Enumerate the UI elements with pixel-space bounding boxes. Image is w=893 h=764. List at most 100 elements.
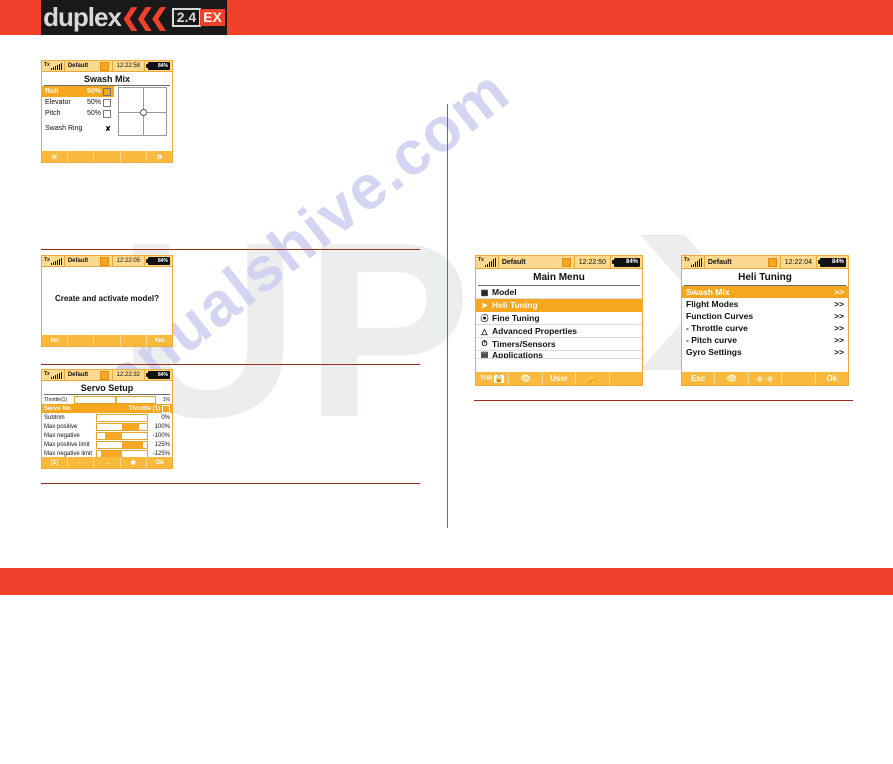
screen-servo-setup[interactable]: Tx Default 12:22:32 84% Servo Setup Thro… — [41, 369, 173, 469]
row-track[interactable] — [96, 440, 148, 449]
menu-item-label: Applications — [492, 351, 544, 359]
stepper-icon[interactable] — [103, 87, 111, 96]
tx-indicator: Tx — [42, 61, 65, 71]
esc-button[interactable]: Esc — [682, 372, 716, 385]
trainer-eye-button[interactable]: 👁 — [715, 372, 749, 385]
row-track[interactable] — [96, 413, 148, 422]
bottom-red-bar — [0, 568, 893, 595]
model-icon: ▦ — [480, 287, 489, 297]
row-label: Swash Ring — [45, 125, 83, 132]
row-label: Pitch — [45, 110, 61, 117]
menu-item-applications[interactable]: ▤ Applications — [476, 351, 642, 359]
tx-indicator: Tx — [682, 256, 705, 268]
clock-label: 12:22:04 — [779, 256, 817, 268]
trim-button[interactable]: ◆↑◆ — [749, 372, 783, 385]
menu-item-label: Timers/Sensors — [492, 339, 556, 349]
battery-indicator: 84% — [145, 257, 172, 265]
logo-wordmark: duplex — [43, 2, 122, 32]
blank-cell — [782, 372, 816, 385]
status-bar: Tx Default 12:22:04 84% — [682, 256, 848, 269]
menu-item-fine-tuning[interactable]: ⦿ Fine Tuning — [476, 312, 642, 325]
chevron-right-icon: >> — [834, 287, 844, 297]
heli-item-gyro-settings[interactable]: Gyro Settings >> — [682, 346, 848, 358]
status-bar: Tx Default 12:22:05 84% — [42, 256, 172, 267]
tx-label: Tx — [44, 257, 50, 263]
monitor-track — [74, 395, 156, 404]
right-arrow-icon[interactable]: → — [94, 457, 121, 468]
throttle-label: THR — [480, 375, 493, 382]
screen-swash-mix[interactable]: Tx Default 12:22:58 84% Swash Mix Roll 5… — [41, 60, 173, 163]
screen-heli-tuning[interactable]: Tx Default 12:22:04 84% Heli Tuning Swas… — [681, 255, 849, 386]
screen-main-menu[interactable]: Tx Default 12:22:50 84% Main Menu ▦ Mode… — [475, 255, 643, 386]
swash-graph — [118, 87, 167, 136]
tx-indicator: Tx — [42, 370, 65, 380]
key-button[interactable]: 🔑 — [576, 372, 610, 385]
menu-item-label: Advanced Properties — [492, 326, 578, 336]
menu-item-heli-tuning[interactable]: ➤ Heli Tuning — [476, 299, 642, 312]
row-track[interactable] — [96, 422, 148, 431]
softkey-bar: Esc 👁 ◆↑◆ Ok — [682, 372, 848, 385]
list-item-roll[interactable]: Roll 50% — [42, 86, 114, 97]
stepper-icon[interactable] — [162, 404, 170, 413]
list-item-pitch[interactable]: Pitch 50% — [42, 108, 114, 119]
softkey-bar: THR 🔒 👁 User 🔑 — [476, 372, 642, 385]
row-label: Elevator — [45, 99, 71, 106]
heli-item-pitch-curve[interactable]: - Pitch curve >> — [682, 334, 848, 346]
row-max-positive[interactable]: Max positive 100% — [42, 422, 172, 431]
ok-button[interactable]: Ok — [816, 372, 848, 385]
memory-icon — [99, 256, 109, 266]
model-name: Default — [67, 258, 89, 264]
row-fill — [105, 432, 122, 439]
ok-button[interactable]: Ok — [147, 457, 172, 468]
throttle-lock-button[interactable]: THR 🔒 — [476, 372, 510, 385]
list-item-swash-ring[interactable]: Swash Ring ✘ — [42, 123, 114, 134]
row-fill — [122, 441, 143, 448]
page-title: Swash Mix — [44, 72, 170, 86]
menu-item-timers-sensors[interactable]: ⏱ Timers/Sensors — [476, 338, 642, 351]
heli-item-swash-mix[interactable]: Swash Mix >> — [682, 286, 848, 298]
prev-button[interactable]: « — [42, 151, 69, 163]
heli-item-throttle-curve[interactable]: - Throttle curve >> — [682, 322, 848, 334]
blank-1 — [68, 335, 95, 346]
servo-index-button[interactable]: (1) — [42, 457, 69, 468]
eye-icon: 👁 — [520, 374, 531, 383]
page-title: Servo Setup — [44, 381, 170, 395]
menu-item-model[interactable]: ▦ Model — [476, 286, 642, 299]
trainer-eye-button[interactable]: 👁 — [509, 372, 543, 385]
model-name: Default — [501, 258, 526, 266]
yes-button[interactable]: Yes — [147, 335, 172, 346]
row-track[interactable] — [96, 431, 148, 440]
logo-chevrons-icon: ❮❮❮ — [120, 4, 169, 30]
row-servo-no[interactable]: Servo No. Throttle (1) — [42, 404, 172, 413]
stepper-icon[interactable] — [103, 109, 111, 118]
monitor-icon[interactable]: ◉ — [121, 457, 147, 468]
row-max-positive-limit[interactable]: Max positive limit 125% — [42, 440, 172, 449]
heli-item-function-curves[interactable]: Function Curves >> — [682, 310, 848, 322]
divider-left-mid — [41, 364, 420, 365]
heli-item-flight-modes[interactable]: Flight Modes >> — [682, 298, 848, 310]
divider-right-bottom — [474, 400, 853, 401]
screen-create-model-dialog[interactable]: Tx Default 12:22:05 84% Create and activ… — [41, 255, 173, 347]
clock-label: 12:22:58 — [111, 61, 145, 71]
advanced-icon: △ — [481, 326, 488, 336]
list-item-elevator[interactable]: Elevator 50% — [42, 97, 114, 108]
logo-badge-ex: EX — [200, 9, 225, 26]
left-arrow-icon[interactable]: ← — [68, 457, 95, 468]
row-fill — [122, 423, 139, 430]
menu-item-advanced-properties[interactable]: △ Advanced Properties — [476, 325, 642, 338]
signal-bars-icon — [50, 258, 62, 265]
no-button[interactable]: No — [42, 335, 69, 346]
user-button[interactable]: User — [543, 372, 577, 385]
blank-3 — [121, 335, 147, 346]
page-title: Heli Tuning — [684, 269, 846, 286]
stepper-icon[interactable] — [103, 98, 111, 107]
row-value: 50% — [86, 88, 101, 95]
row-subtrim[interactable]: Subtrim 0% — [42, 413, 172, 422]
heli-item-label: - Throttle curve — [686, 323, 748, 333]
softkey-bar: No Yes — [42, 335, 172, 346]
next-button[interactable]: » — [147, 151, 172, 163]
row-max-negative[interactable]: Max negative -100% — [42, 431, 172, 440]
battery-level: 84% — [612, 257, 640, 267]
divider-left-top — [41, 249, 420, 250]
eye-icon: 👁 — [726, 374, 737, 383]
